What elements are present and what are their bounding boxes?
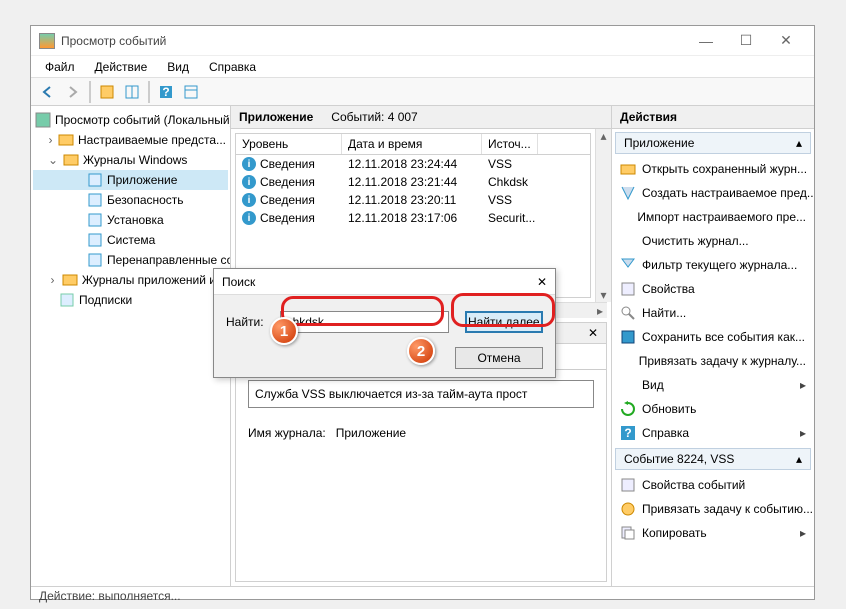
actions-panel: Действия Приложение▴ Открыть сохраненный… bbox=[612, 106, 814, 586]
menu-action[interactable]: Действие bbox=[87, 58, 156, 76]
vertical-scrollbar[interactable]: ▴▾ bbox=[595, 129, 611, 302]
action-open-saved-log[interactable]: Открыть сохраненный журн... bbox=[612, 157, 814, 181]
collapse-icon: ▴ bbox=[796, 136, 802, 150]
action-event-properties[interactable]: Свойства событий bbox=[612, 473, 814, 497]
separator bbox=[89, 81, 91, 103]
annotation-badge: 2 bbox=[407, 337, 435, 365]
tree-forwarded[interactable]: Перенаправленные со... bbox=[33, 250, 228, 270]
svg-text:?: ? bbox=[162, 85, 169, 99]
action-save-all[interactable]: Сохранить все события как... bbox=[612, 325, 814, 349]
grid-header: Уровень Дата и время Источ... bbox=[236, 134, 590, 155]
action-create-view[interactable]: Создать настраиваемое пред... bbox=[612, 181, 814, 205]
tree-root[interactable]: Просмотр событий (Локальный) bbox=[33, 110, 228, 130]
info-icon: i bbox=[242, 175, 256, 189]
tree-setup[interactable]: Установка bbox=[33, 210, 228, 230]
actions-section-app[interactable]: Приложение▴ bbox=[615, 132, 811, 154]
find-label: Найти: bbox=[226, 315, 264, 329]
cancel-button[interactable]: Отмена bbox=[455, 347, 543, 369]
find-input[interactable] bbox=[280, 311, 449, 333]
forward-button[interactable] bbox=[62, 81, 84, 103]
dialog-titlebar: Поиск ✕ bbox=[214, 269, 555, 295]
help-icon[interactable]: ? bbox=[155, 81, 177, 103]
log-name-value: Приложение bbox=[336, 426, 406, 440]
minimize-button[interactable]: — bbox=[686, 27, 726, 55]
menu-file[interactable]: Файл bbox=[37, 58, 83, 76]
info-icon: i bbox=[242, 211, 256, 225]
maximize-button[interactable]: ☐ bbox=[726, 27, 766, 55]
svg-text:?: ? bbox=[624, 426, 631, 440]
event-body: Служба VSS выключается из-за тайм-аута п… bbox=[236, 369, 606, 581]
action-import-view[interactable]: Импорт настраиваемого пре... bbox=[612, 205, 814, 229]
window-title: Просмотр событий bbox=[61, 34, 686, 48]
tree-subscriptions[interactable]: Подписки bbox=[33, 290, 228, 310]
action-view[interactable]: Вид▸ bbox=[612, 373, 814, 397]
menu-help[interactable]: Справка bbox=[201, 58, 264, 76]
col-source[interactable]: Источ... bbox=[482, 134, 538, 154]
tree-app-logs[interactable]: ›Журналы приложений и... bbox=[33, 270, 228, 290]
app-icon bbox=[39, 33, 55, 49]
dialog-close-icon[interactable]: ✕ bbox=[537, 275, 547, 289]
actions-section-event[interactable]: Событие 8224, VSS▴ bbox=[615, 448, 811, 470]
collapse-icon: ▴ bbox=[796, 452, 802, 466]
panes-icon[interactable] bbox=[121, 81, 143, 103]
menu-view[interactable]: Вид bbox=[159, 58, 197, 76]
action-find[interactable]: Найти... bbox=[612, 301, 814, 325]
action-properties[interactable]: Свойства bbox=[612, 277, 814, 301]
menubar: Файл Действие Вид Справка bbox=[31, 56, 814, 78]
titlebar: Просмотр событий — ☐ ✕ bbox=[31, 26, 814, 56]
action-clear-log[interactable]: Очистить журнал... bbox=[612, 229, 814, 253]
info-icon: i bbox=[242, 193, 256, 207]
col-date[interactable]: Дата и время bbox=[342, 134, 482, 154]
action-copy[interactable]: Копировать▸ bbox=[612, 521, 814, 545]
center-title: Приложение bbox=[239, 110, 313, 124]
action-attach-task[interactable]: Привязать задачу к журналу... bbox=[612, 349, 814, 373]
statusbar: Действие: выполняется... bbox=[31, 586, 814, 606]
action-help[interactable]: ?Справка▸ bbox=[612, 421, 814, 445]
chevron-right-icon: ▸ bbox=[800, 426, 806, 440]
separator bbox=[148, 81, 150, 103]
event-count: Событий: 4 007 bbox=[331, 110, 417, 124]
grid-row[interactable]: iСведения12.11.2018 23:21:44Chkdsk bbox=[236, 173, 590, 191]
dialog-title: Поиск bbox=[222, 275, 537, 289]
center-header: Приложение Событий: 4 007 bbox=[231, 106, 611, 129]
annotation-badge: 1 bbox=[270, 317, 298, 345]
close-icon[interactable]: ✕ bbox=[588, 326, 598, 340]
close-button[interactable]: ✕ bbox=[766, 27, 806, 55]
find-dialog: Поиск ✕ Найти: Найти далее Отмена bbox=[213, 268, 556, 378]
grid-row[interactable]: iСведения12.11.2018 23:20:11VSS bbox=[236, 191, 590, 209]
tree-security[interactable]: Безопасность bbox=[33, 190, 228, 210]
action-refresh[interactable]: Обновить bbox=[612, 397, 814, 421]
chevron-right-icon: ▸ bbox=[800, 526, 806, 540]
actions-title: Действия bbox=[612, 106, 814, 129]
tree-custom-views[interactable]: ›Настраиваемые предста... bbox=[33, 130, 228, 150]
action-filter-log[interactable]: Фильтр текущего журнала... bbox=[612, 253, 814, 277]
grid-row[interactable]: iСведения12.11.2018 23:24:44VSS bbox=[236, 155, 590, 173]
tree-windows-logs[interactable]: ⌄Журналы Windows bbox=[33, 150, 228, 170]
panes2-icon[interactable] bbox=[180, 81, 202, 103]
tree-panel: Просмотр событий (Локальный) ›Настраивае… bbox=[31, 106, 231, 586]
col-level[interactable]: Уровень bbox=[236, 134, 342, 154]
grid-row[interactable]: iСведения12.11.2018 23:17:06Securit... bbox=[236, 209, 590, 227]
find-next-button[interactable]: Найти далее bbox=[465, 311, 543, 333]
tree-system[interactable]: Система bbox=[33, 230, 228, 250]
info-icon: i bbox=[242, 157, 256, 171]
action-attach-task-event[interactable]: Привязать задачу к событию... bbox=[612, 497, 814, 521]
log-name-label: Имя журнала: bbox=[248, 426, 326, 440]
chevron-right-icon: ▸ bbox=[800, 378, 806, 392]
tree-application[interactable]: Приложение bbox=[33, 170, 228, 190]
show-hide-tree-icon[interactable] bbox=[96, 81, 118, 103]
back-button[interactable] bbox=[37, 81, 59, 103]
toolbar: ? bbox=[31, 78, 814, 106]
